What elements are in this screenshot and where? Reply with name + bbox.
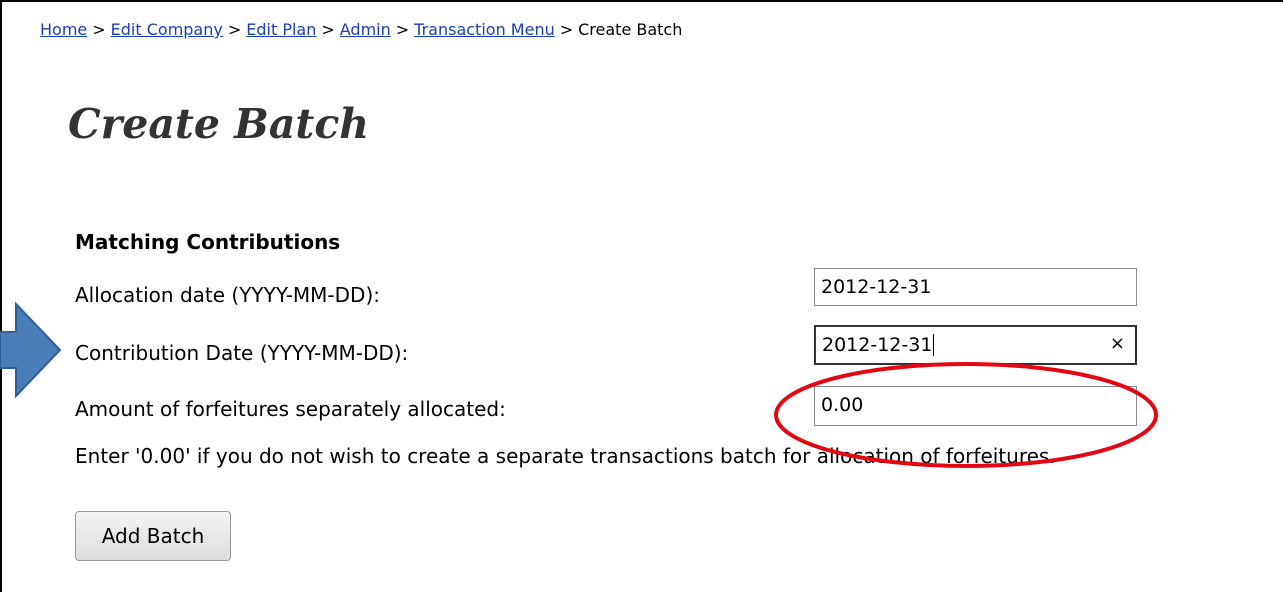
page-title: Create Batch — [68, 100, 370, 148]
breadcrumb-separator: > — [321, 20, 335, 39]
breadcrumb-home-link[interactable]: Home — [40, 20, 87, 39]
breadcrumb-separator: > — [395, 20, 410, 39]
contribution-date-label: Contribution Date (YYYY-MM-DD): — [75, 341, 409, 365]
highlight-ellipse — [774, 362, 1158, 468]
breadcrumb-separator: > — [559, 20, 574, 39]
allocation-date-value: 2012-12-31 — [821, 276, 932, 298]
breadcrumb-transaction-menu-link[interactable]: Transaction Menu — [414, 20, 555, 39]
forfeitures-label: Amount of forfeitures separately allocat… — [75, 397, 506, 421]
add-batch-button[interactable]: Add Batch — [75, 511, 231, 561]
contribution-date-value: 2012-12-31 — [822, 334, 933, 356]
text-caret — [933, 334, 935, 356]
allocation-date-label: Allocation date (YYYY-MM-DD): — [75, 283, 380, 307]
breadcrumb-edit-company-link[interactable]: Edit Company — [111, 20, 223, 39]
breadcrumb-separator: > — [92, 20, 106, 39]
breadcrumb-edit-plan-link[interactable]: Edit Plan — [246, 20, 316, 39]
breadcrumb-current: Create Batch — [578, 20, 683, 39]
highlight-arrow-icon — [0, 301, 62, 399]
section-heading: Matching Contributions — [75, 230, 341, 254]
clear-icon[interactable]: × — [1110, 327, 1125, 361]
breadcrumb-separator: > — [227, 20, 242, 39]
breadcrumb: Home > Edit Company > Edit Plan > Admin > Transa… — [40, 20, 682, 40]
allocation-date-input[interactable]: 2012-12-31 — [814, 268, 1137, 306]
breadcrumb-admin-link[interactable]: Admin — [340, 20, 391, 39]
